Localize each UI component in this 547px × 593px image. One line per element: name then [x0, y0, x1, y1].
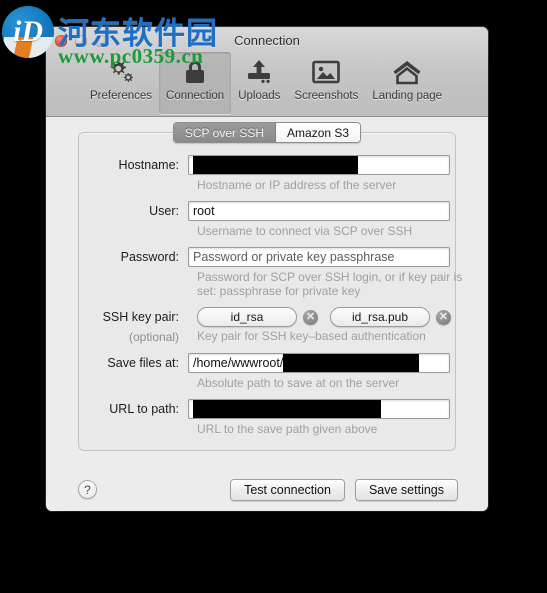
- tab-scp-over-ssh[interactable]: SCP over SSH: [173, 123, 277, 142]
- save-files-at-row: Save files at: /home/wwwroot/: [46, 353, 488, 373]
- tab-amazon-s3[interactable]: Amazon S3: [276, 123, 361, 142]
- application-window: Connection Preferences Connection Upload…: [46, 27, 488, 511]
- ssh-key-pair-hint: Key pair for SSH key–based authenticatio…: [197, 329, 426, 343]
- toolbar-label-uploads: Uploads: [238, 90, 281, 102]
- url-to-path-label: URL to path:: [109, 402, 179, 416]
- protocol-tabs: SCP over SSH Amazon S3: [46, 122, 488, 143]
- save-files-at-value: /home/wwwroot/: [193, 356, 284, 370]
- upload-icon: [242, 57, 276, 87]
- connection-panel: SCP over SSH Amazon S3 Hostname: Hostnam…: [46, 117, 488, 511]
- ssh-key-pair-controls: id_rsa ✕ id_rsa.pub ✕: [197, 307, 451, 327]
- user-input[interactable]: root: [188, 201, 450, 221]
- screen: iD 河东软件园 www.pc0359.cn Connection Prefer…: [0, 0, 547, 593]
- image-icon: [309, 57, 343, 87]
- hostname-row: Hostname:: [46, 155, 488, 175]
- toolbar-item-landing-page[interactable]: Landing page: [365, 52, 449, 114]
- test-connection-button[interactable]: Test connection: [230, 479, 345, 501]
- footer-buttons: Test connection Save settings: [230, 479, 458, 501]
- toolbar-item-screenshots[interactable]: Screenshots: [287, 52, 365, 114]
- toolbar-label-preferences: Preferences: [90, 90, 153, 102]
- toolbar-item-uploads[interactable]: Uploads: [231, 52, 287, 114]
- url-to-path-redaction: [193, 400, 381, 418]
- password-input[interactable]: Password or private key passphrase: [188, 247, 450, 267]
- public-key-button[interactable]: id_rsa.pub: [330, 307, 430, 327]
- password-hint: Password for SCP over SSH login, or if k…: [197, 270, 463, 298]
- segmented-control: SCP over SSH Amazon S3: [172, 122, 362, 143]
- toolbar-label-connection: Connection: [166, 90, 225, 102]
- save-files-at-input[interactable]: /home/wwwroot/: [188, 353, 450, 373]
- save-files-at-redaction: [283, 354, 420, 372]
- password-row: Password: Password or private key passph…: [46, 247, 488, 267]
- watermark-site-url: www.pc0359.cn: [58, 44, 204, 68]
- hostname-hint: Hostname or IP address of the server: [197, 178, 397, 192]
- watermark-logo-icon: iD: [2, 6, 54, 58]
- clear-private-key-icon[interactable]: ✕: [303, 309, 318, 325]
- ssh-key-pair-label: SSH key pair:: [102, 310, 179, 324]
- clear-public-key-icon[interactable]: ✕: [436, 309, 451, 325]
- hostname-input[interactable]: [188, 155, 450, 175]
- hostname-label: Hostname:: [118, 158, 179, 172]
- help-button[interactable]: ?: [78, 480, 97, 499]
- toolbar-label-screenshots: Screenshots: [294, 90, 359, 102]
- url-to-path-input[interactable]: [188, 399, 450, 419]
- home-icon: [390, 57, 424, 87]
- save-files-at-label: Save files at:: [107, 356, 179, 370]
- password-label: Password:: [120, 250, 179, 264]
- watermark-logo-glyph: iD: [13, 15, 43, 48]
- private-key-button[interactable]: id_rsa: [197, 307, 297, 327]
- save-files-at-hint: Absolute path to save at on the server: [197, 376, 400, 390]
- url-to-path-row: URL to path:: [46, 399, 488, 419]
- url-to-path-hint: URL to the save path given above: [197, 422, 378, 436]
- user-hint: Username to connect via SCP over SSH: [197, 224, 413, 238]
- toolbar-label-landing-page: Landing page: [372, 90, 443, 102]
- save-settings-button[interactable]: Save settings: [354, 479, 458, 501]
- hostname-redaction: [193, 156, 358, 174]
- user-row: User: root: [46, 201, 488, 221]
- user-label: User:: [149, 204, 179, 218]
- ssh-key-pair-sublabel: (optional): [128, 330, 179, 344]
